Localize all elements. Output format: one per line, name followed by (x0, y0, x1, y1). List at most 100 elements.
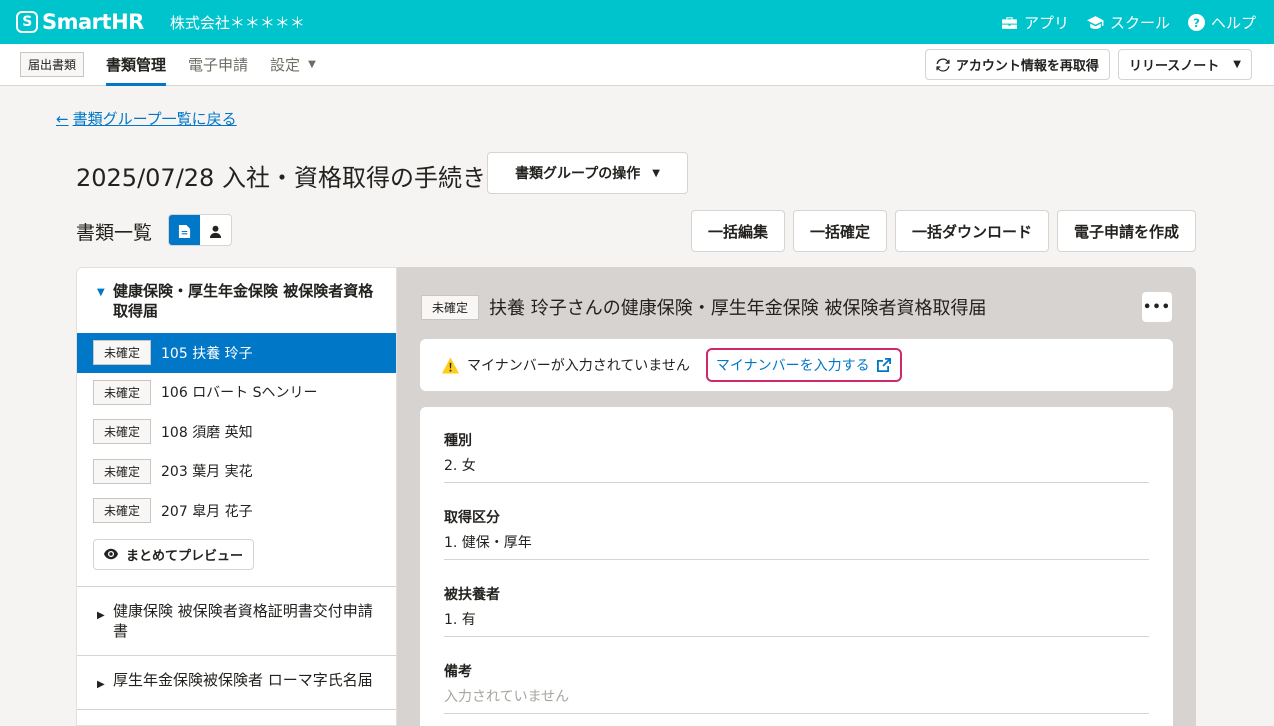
status-badge: 未確定 (93, 458, 152, 484)
caret-down-icon: ▼ (308, 59, 316, 70)
external-link-icon (876, 358, 891, 372)
field-remarks: 備考 入力されていません (444, 662, 1149, 714)
status-badge: 未確定 (93, 340, 152, 366)
tab-document-management[interactable]: 書類管理 (106, 44, 167, 86)
sub-nav: 届出書類 書類管理 電子申請 設定 ▼ アカウント情報を再取得 リリースノート … (0, 44, 1274, 86)
document-list-panel: ▼ 健康保険・厚生年金保険 被保険者資格取得届 未確定 105 扶養 玲子 未確… (76, 267, 397, 726)
release-notes-label: リリースノート (1128, 59, 1220, 74)
smarthr-logo[interactable]: S SmartHR (16, 10, 144, 34)
document-title: 扶養 玲子さんの健康保険・厚生年金保険 被保険者資格取得届 (489, 298, 987, 319)
refetch-account-label: アカウント情報を再取得 (955, 59, 1099, 74)
field-acquisition-type: 取得区分 1. 健保・厚年 (444, 508, 1149, 560)
field-gender: 種別 2. 女 (444, 431, 1149, 483)
page-title: 2025/07/28 入社・資格取得の手続き (76, 164, 486, 192)
bulk-download-button[interactable]: 一括ダウンロード (894, 210, 1049, 252)
triangle-right-icon: ▶ (97, 609, 105, 621)
employee-label: 108 須磨 英知 (161, 424, 253, 441)
refresh-icon (936, 58, 950, 71)
person-icon (209, 225, 222, 238)
list-item[interactable]: 未確定 105 扶養 玲子 (77, 333, 396, 373)
view-by-person-button[interactable] (200, 215, 231, 245)
refetch-account-button[interactable]: アカウント情報を再取得 (924, 49, 1110, 80)
eye-icon (104, 548, 118, 560)
employee-label: 106 ロバート Sヘンリー (161, 385, 318, 402)
tab-document-management-label: 書類管理 (106, 56, 167, 74)
graduation-cap-icon (1086, 15, 1104, 29)
release-notes-button[interactable]: リリースノート ▼ (1117, 49, 1252, 80)
tab-settings[interactable]: 設定 ▼ (270, 44, 316, 86)
document-group-operations-button[interactable]: 書類グループの操作 ▼ (487, 152, 688, 194)
bulk-edit-button[interactable]: 一括編集 (690, 210, 785, 252)
document-group-title: 健康保険・厚生年金保険 被保険者資格取得届 (113, 282, 374, 320)
list-item[interactable]: 未確定 203 葉月 実花 (77, 452, 396, 492)
list-item[interactable]: 未確定 207 皐月 花子 (77, 491, 396, 531)
bulk-confirm-button[interactable]: 一括確定 (792, 210, 887, 252)
company-name: 株式会社＊＊＊＊＊ (169, 13, 305, 32)
toolbox-icon (1002, 16, 1017, 29)
bulk-actions: 一括編集 一括確定 一括ダウンロード 電子申請を作成 (690, 210, 1196, 252)
tab-settings-label: 設定 (270, 56, 301, 74)
help-label: ヘルプ (1210, 13, 1256, 32)
warning-icon (442, 357, 459, 373)
list-item[interactable]: 未確定 106 ロバート Sヘンリー (77, 373, 396, 413)
document-group-collapsed[interactable]: ▶ 厚生年金保険被保険者 ローマ字氏名届 (77, 656, 396, 710)
field-dependents: 被扶養者 1. 有 (444, 585, 1149, 637)
more-options-button[interactable]: ••• (1142, 292, 1172, 322)
tab-electronic-filing[interactable]: 電子申請 (188, 44, 248, 86)
view-toggle (168, 214, 232, 246)
tab-electronic-filing-label: 電子申請 (188, 56, 249, 74)
caret-down-icon: ▼ (1233, 59, 1241, 70)
triangle-down-icon: ▼ (97, 287, 105, 298)
document-group-collapsed[interactable]: ▶ 健康保険 被保険者資格証明書交付申請書 (77, 587, 396, 656)
app-label: 届出書類 (20, 52, 85, 77)
subnav-actions: アカウント情報を再取得 リリースノート ▼ (924, 49, 1252, 80)
document-group-title: 健康保険 被保険者資格証明書交付申請書 (113, 601, 373, 640)
document-detail-panel: 未確定 扶養 玲子さんの健康保険・厚生年金保険 被保険者資格取得届 ••• マイ… (397, 267, 1196, 726)
field-label: 被扶養者 (444, 587, 500, 603)
view-by-document-button[interactable] (169, 215, 200, 245)
logo-mark: S (16, 11, 38, 33)
document-group-expanded[interactable]: ▼ 健康保険・厚生年金保険 被保険者資格取得届 (77, 268, 396, 321)
bulk-preview-label: まとめてプレビュー (126, 548, 244, 564)
back-to-group-list-link[interactable]: ← 書類グループ一覧に戻る (56, 108, 237, 129)
arrow-left-icon: ← (56, 109, 69, 128)
svg-text:?: ? (1193, 15, 1200, 29)
back-link-label: 書類グループ一覧に戻る (72, 110, 237, 128)
field-label: 種別 (444, 433, 472, 449)
field-label: 取得区分 (444, 510, 500, 526)
status-badge: 未確定 (93, 419, 152, 445)
employee-label: 203 葉月 実花 (161, 464, 253, 481)
enter-my-number-link[interactable]: マイナンバーを入力する (705, 348, 902, 382)
group-ops-label: 書類グループの操作 (515, 166, 641, 182)
field-label: 備考 (444, 664, 472, 680)
warning-text: マイナンバーが入力されていません (467, 358, 690, 374)
field-value: 2. 女 (444, 458, 476, 474)
enter-my-number-label: マイナンバーを入力する (715, 358, 870, 374)
document-group-title: 厚生年金保険被保険者 ローマ字氏名届 (113, 670, 373, 689)
top-links: アプリ スクール ? ヘルプ (1001, 12, 1256, 33)
apps-label: アプリ (1023, 13, 1069, 32)
field-value: 1. 有 (444, 612, 476, 628)
logo-text: SmartHR (42, 10, 144, 34)
employee-label: 207 皐月 花子 (161, 503, 253, 520)
create-efiling-button[interactable]: 電子申請を作成 (1056, 210, 1196, 252)
top-bar: S SmartHR 株式会社＊＊＊＊＊ アプリ スクール ? ヘルプ (0, 0, 1274, 44)
warning-alert: マイナンバーが入力されていません マイナンバーを入力する (420, 339, 1173, 391)
question-circle-icon: ? (1187, 13, 1205, 31)
school-link[interactable]: スクール (1086, 12, 1170, 33)
document-icon (178, 224, 191, 238)
triangle-right-icon: ▶ (97, 678, 105, 690)
document-header: 未確定 扶養 玲子さんの健康保険・厚生年金保険 被保険者資格取得届 (421, 294, 986, 320)
caret-down-icon: ▼ (652, 167, 660, 179)
status-badge: 未確定 (93, 379, 152, 405)
bulk-preview-button[interactable]: まとめてプレビュー (93, 538, 255, 570)
apps-link[interactable]: アプリ (1001, 12, 1069, 33)
list-item[interactable]: 未確定 108 須磨 英知 (77, 412, 396, 452)
status-badge: 未確定 (421, 294, 480, 320)
field-value: 入力されていません (444, 689, 570, 705)
school-label: スクール (1109, 13, 1170, 32)
help-link[interactable]: ? ヘルプ (1187, 12, 1256, 33)
employee-label: 105 扶養 玲子 (161, 345, 253, 362)
field-value: 1. 健保・厚年 (444, 535, 532, 551)
status-badge: 未確定 (93, 498, 152, 524)
